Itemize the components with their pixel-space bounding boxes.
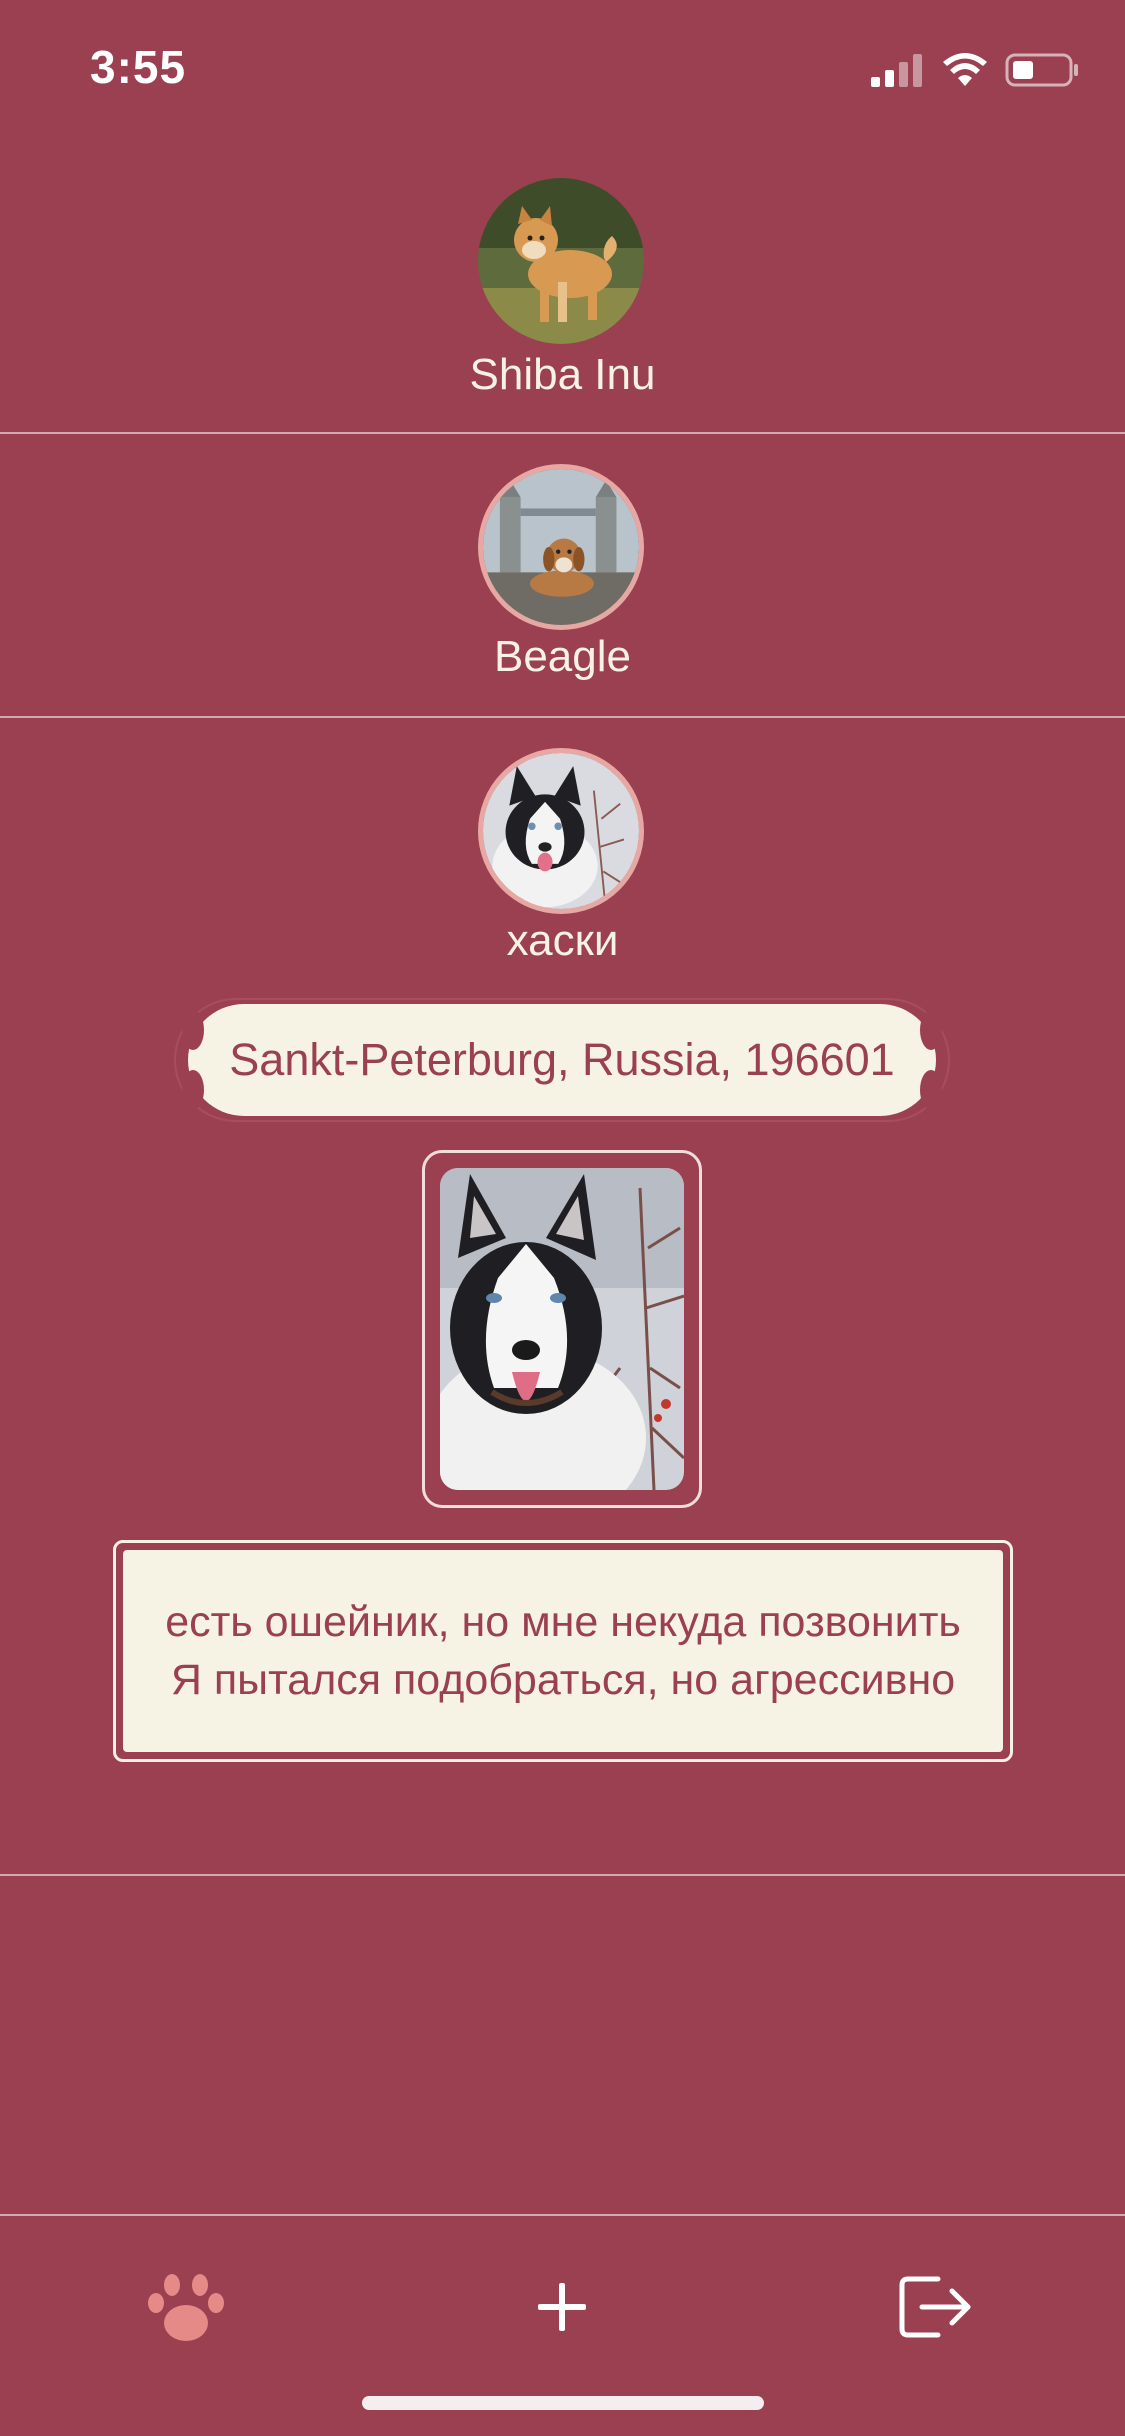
description-text: есть ошейник, но мне некуда позвонить Я … [165,1598,961,1704]
shiba-photo [478,178,644,344]
address-text: Sankt-Peterburg, Russia, 196601 [229,1034,895,1085]
dog-avatar-shiba [478,178,644,344]
dog-photo-card[interactable] [422,1150,702,1508]
dog-name-husky: хаски [506,916,619,965]
dog-avatar-husky [478,748,644,914]
description-box: есть ошейник, но мне некуда позвонить Я … [113,1540,1013,1762]
tab-dogs[interactable] [136,2264,236,2354]
dog-photo [440,1168,684,1490]
dog-list-item-shiba[interactable]: Shiba Inu [0,0,1125,434]
dog-avatar-beagle [478,464,644,630]
dog-list-item-beagle[interactable]: Beagle [0,432,1125,718]
plus-icon [536,2281,588,2338]
husky-photo [440,1168,684,1490]
paw-icon [146,2271,226,2348]
app-screen: 3:55 Shiba Inu Beagle хаски Sankt-Peterb… [0,0,1125,2436]
dog-name-shiba: Shiba Inu [469,350,656,399]
address-badge: Sankt-Peterburg, Russia, 196601 [174,998,950,1122]
tab-logout[interactable] [886,2264,986,2354]
husky-photo [483,753,639,909]
home-indicator [362,2396,764,2410]
beagle-photo [483,469,639,625]
logout-icon [898,2275,974,2344]
tab-add[interactable] [512,2264,612,2354]
dog-name-beagle: Beagle [493,632,631,681]
